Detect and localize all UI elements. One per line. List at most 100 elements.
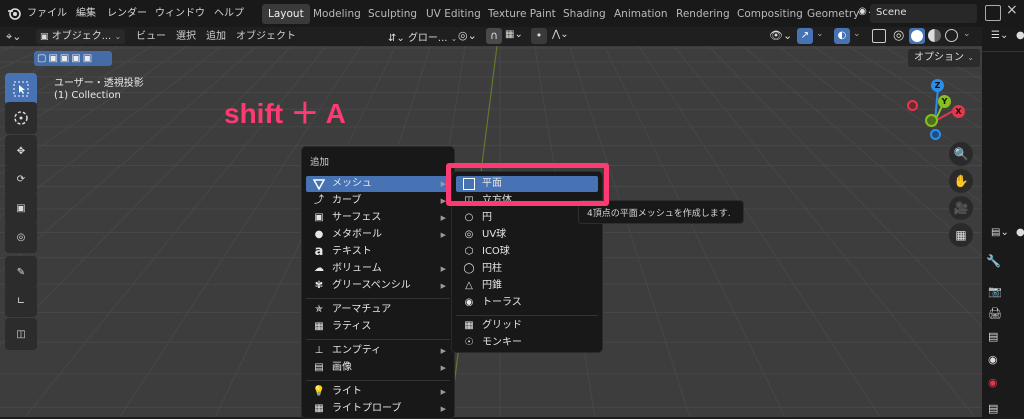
add-menu[interactable]: 追加 [206,27,226,46]
visibility-icon[interactable]: 👁⌄ [769,29,792,42]
shading-material-icon[interactable] [928,29,941,42]
world-properties-icon[interactable]: ◉ [988,376,998,389]
tab-sculpting[interactable]: Sculpting [362,4,423,24]
menu-item-torus[interactable]: ◉ トーラス [456,295,598,311]
menu-item-volume[interactable]: ☁ ボリューム ▶ [306,261,450,277]
menu-file[interactable]: ファイル [27,0,67,27]
tab-layout[interactable]: Layout [262,4,310,24]
gizmo-y-icon[interactable]: Y [938,95,951,108]
view-layer-properties-icon[interactable]: ▤ [988,330,998,343]
menu-item-circle[interactable]: ○ 円 [456,210,598,226]
menu-item-light[interactable]: 💡 ライト ▶ [306,384,450,400]
zoom-icon[interactable]: 🔍 [949,142,973,166]
menu-render[interactable]: レンダー [107,0,147,27]
output-properties-icon[interactable]: 🖨 [988,307,1002,320]
menu-item-label: メタボール [332,229,382,240]
properties-type-icon[interactable]: ▤⌄ [991,227,1009,238]
options-dropdown[interactable]: オプション ⌄ [908,49,980,67]
copy-scene-icon[interactable] [985,5,1001,21]
menu-item-light-probe[interactable]: ▦ ライトプローブ ▶ [306,401,450,417]
properties-search-icon[interactable]: ● [1016,227,1024,238]
gizmo-neg-y-icon[interactable] [925,114,938,127]
rotate-tool-icon[interactable]: ⟳ [5,163,37,195]
gizmo-x-icon[interactable]: X [952,105,965,118]
menu-item-grease-pencil[interactable]: ✾ グリースペンシル ▶ [306,278,450,294]
view-menu[interactable]: ビュー [136,27,166,46]
tab-animation[interactable]: Animation [608,4,674,24]
scene-field[interactable]: Scene [870,4,977,23]
menu-item-surface[interactable]: ▣ サーフェス ▶ [306,210,450,226]
menu-item-mesh[interactable]: メッシュ ▶ [306,176,450,192]
gizmo-toggle-icon[interactable]: ↗ [797,28,813,44]
scene-properties-icon[interactable]: ◉ [988,353,998,366]
collection-properties-icon[interactable]: ▤ [988,402,998,415]
menu-item-text[interactable]: a テキスト [306,244,450,260]
tab-compositing[interactable]: Compositing [731,4,809,24]
gizmo-dropdown-icon[interactable]: ⌄ [816,29,824,39]
menu-item-monkey[interactable]: ☉ モンキー [456,335,598,351]
menu-item-armature[interactable]: ✯ アーマチュア [306,302,450,318]
transform-orientation-dropdown[interactable]: ⇵⌄ グロー... ⌄ [388,29,457,44]
menu-item-lattice[interactable]: ▦ ラティス [306,319,450,335]
menu-edit[interactable]: 編集 [76,0,96,27]
shading-dropdown-icon[interactable]: ⌄ [963,29,971,39]
outliner-type-icon[interactable]: ☰⌄ [991,30,1008,41]
select-menu[interactable]: 選択 [176,27,196,46]
snap-icon[interactable]: ∩ [486,28,502,44]
menu-item-curve[interactable]: ⤴ カーブ ▶ [306,193,450,209]
pivot-icon[interactable]: ◎⌄ [458,29,477,42]
gizmo-neg-z-icon[interactable] [930,129,941,140]
menu-item-label: UV球 [482,229,507,240]
shading-rendered-icon[interactable] [945,29,958,42]
tab-shading[interactable]: Shading [557,4,612,24]
overlay-toggle-icon[interactable]: ◐ [834,28,850,44]
tab-rendering[interactable]: Rendering [670,4,736,24]
tab-uv-editing[interactable]: UV Editing [420,4,487,24]
transform-tool-icon[interactable]: ◎ [5,221,37,253]
menu-item-cylinder[interactable]: ◯ 円柱 [456,261,598,277]
scale-tool-icon[interactable]: ▣ [5,192,37,224]
tab-modeling[interactable]: Modeling [307,4,367,24]
menu-item-empty[interactable]: ⊥ エンプティ ▶ [306,343,450,359]
monkey-icon: ☉ [464,337,474,348]
snap-target-icon[interactable]: ▦⌄ [505,29,523,40]
mode-dropdown[interactable]: ▣ オブジェク... ⌄ [36,29,126,44]
select-tool-icon[interactable] [5,73,37,105]
gizmo-neg-x-icon[interactable] [907,100,918,111]
falloff-icon[interactable]: ⋀⌄ [552,29,569,40]
menu-item-cone[interactable]: △ 円錐 [456,278,598,294]
proportional-edit-icon[interactable]: • [531,28,547,44]
select-mode-buttons[interactable]: ▢▣▣▣▣ [34,51,112,66]
camera-view-icon[interactable]: 🎥 [949,196,973,220]
menu-window[interactable]: ウィンドウ [155,0,205,27]
object-menu[interactable]: オブジェクト [236,27,296,46]
outliner-search-icon[interactable]: ● [1016,30,1024,41]
menu-item-grid[interactable]: ▦ グリッド [456,318,598,334]
tab-texture-paint[interactable]: Texture Paint [482,4,562,24]
cursor-tool-icon[interactable] [5,102,37,134]
measure-tool-icon[interactable]: ∟ [5,285,37,317]
gizmo-z-icon[interactable]: Z [931,79,944,92]
close-scene-icon[interactable]: × [1006,2,1018,18]
annotate-tool-icon[interactable]: ✎ [5,256,37,288]
shading-wireframe-icon[interactable]: ◎ [893,28,904,43]
menu-item-uv-sphere[interactable]: ◎ UV球 [456,227,598,243]
tool-properties-icon[interactable]: 🔧 [986,254,1001,268]
xray-icon[interactable] [872,29,886,43]
mesh-icon [312,177,326,191]
perspective-toggle-icon[interactable]: ▦ [949,223,973,247]
add-cube-tool-icon[interactable]: ◫ [5,318,37,350]
menu-item-label: トーラス [482,297,522,308]
blender-logo-icon[interactable] [7,6,21,20]
tab-geometry[interactable]: Geometry [801,4,865,24]
shading-solid-icon[interactable] [909,28,925,44]
pan-hand-icon[interactable]: ✋ [949,169,973,193]
overlay-dropdown-icon[interactable]: ⌄ [853,29,861,39]
menu-item-image[interactable]: ▤ 画像 ▶ [306,360,450,376]
render-properties-icon[interactable]: 📷 [988,285,1002,298]
menu-item-ico-sphere[interactable]: ⬡ ICO球 [456,244,598,260]
ico-sphere-icon: ⬡ [464,246,474,257]
menu-item-metaball[interactable]: ● メタボール ▶ [306,227,450,243]
menu-help[interactable]: ヘルプ [214,0,244,27]
editor-type-icon[interactable]: ⌖⌄ [6,30,21,44]
